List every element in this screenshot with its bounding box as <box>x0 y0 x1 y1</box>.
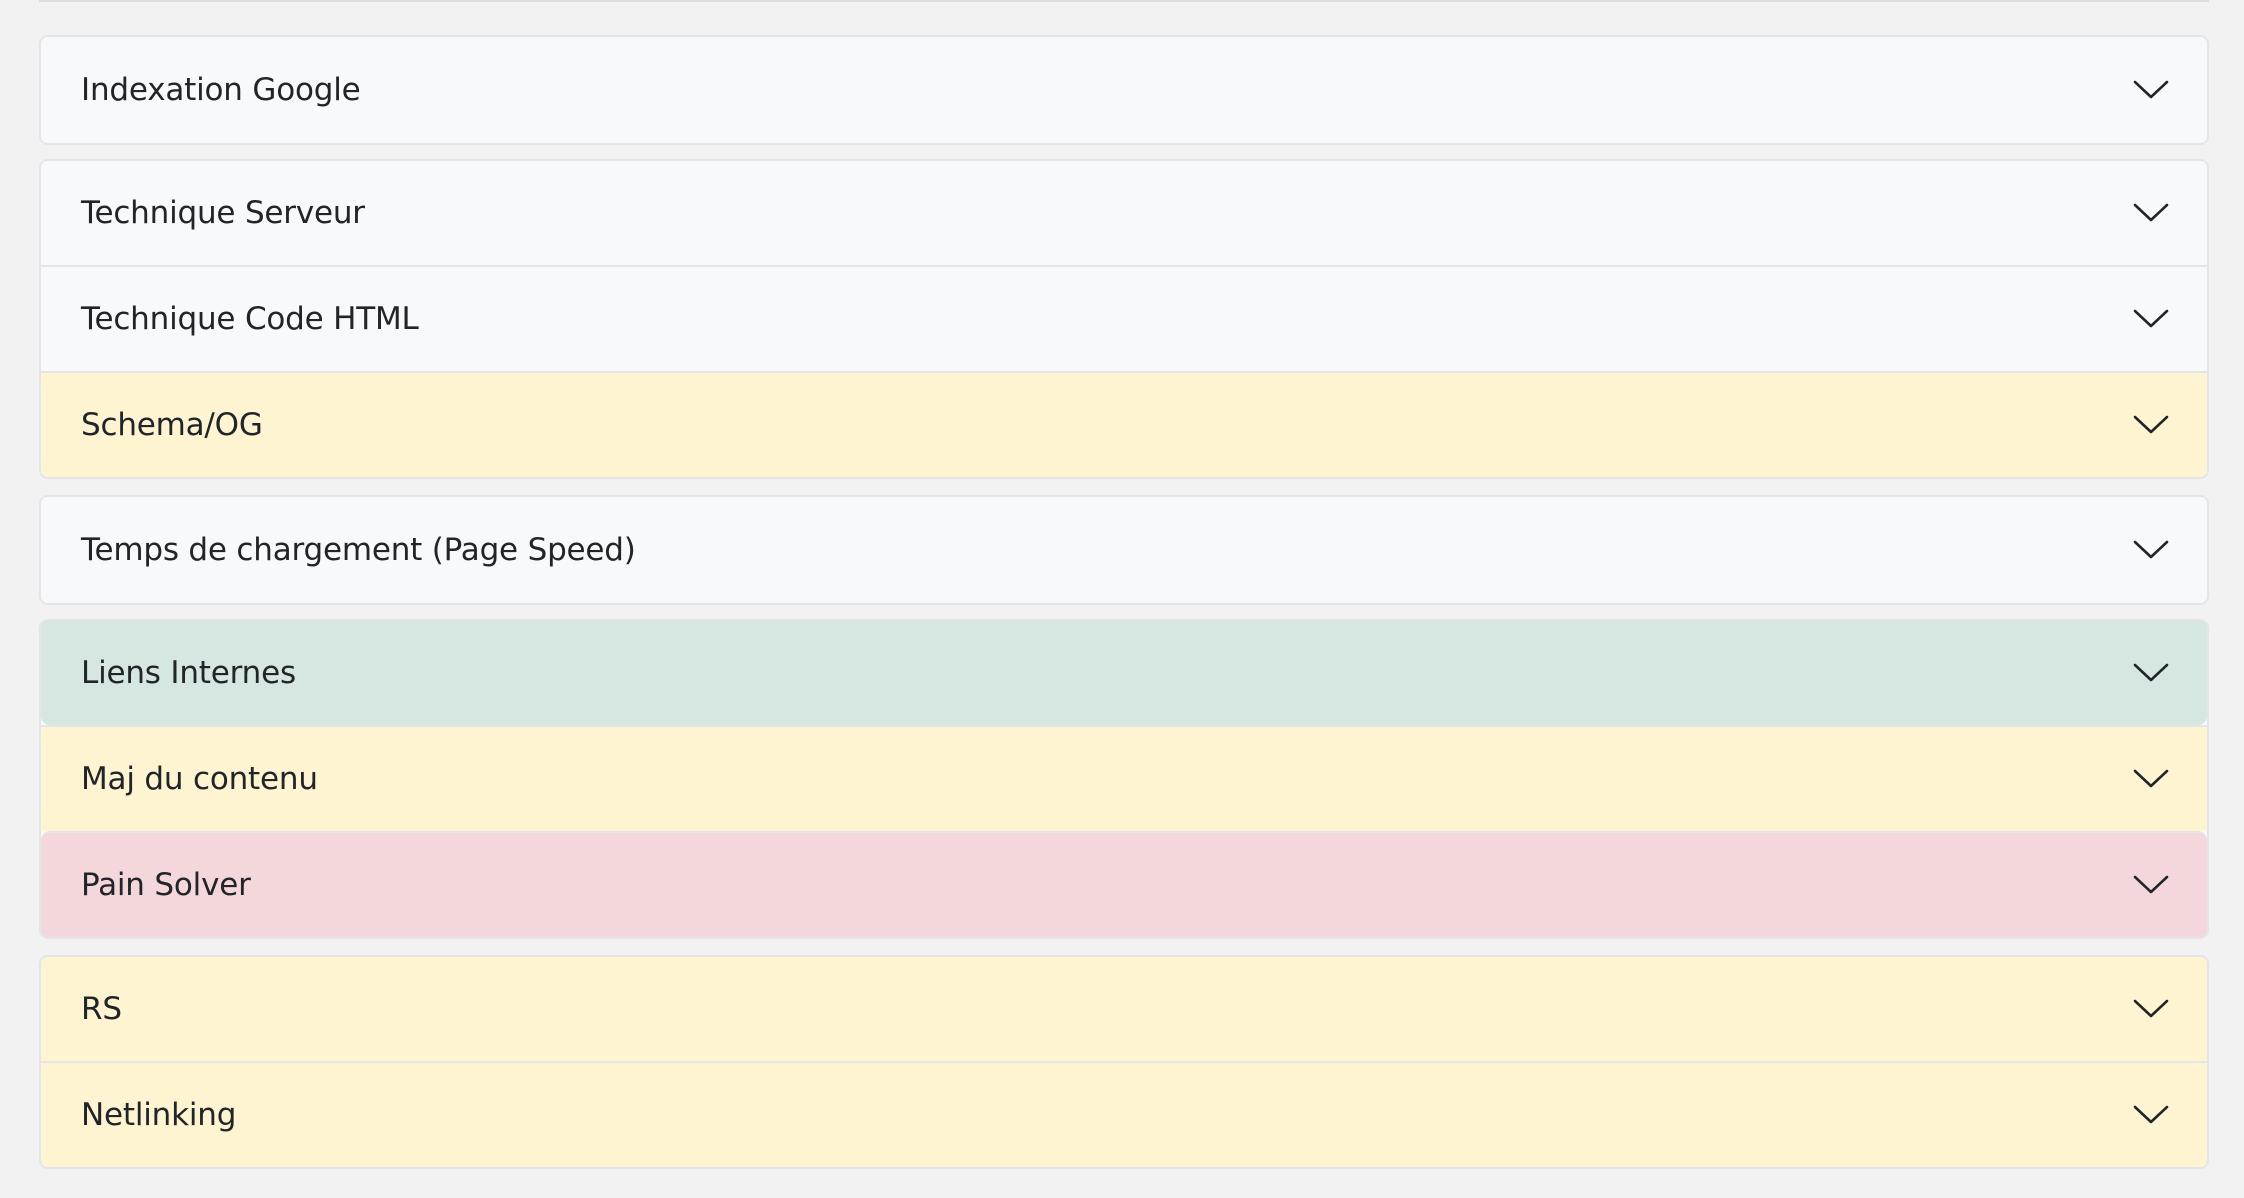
accordion-item-label: Schema/OG <box>81 407 263 443</box>
accordion-item-label: Pain Solver <box>81 867 251 903</box>
accordion-group-off-site: RS Netlinking <box>39 955 2209 1169</box>
chevron-down-icon <box>2133 414 2169 436</box>
accordion-item-label: Maj du contenu <box>81 761 318 797</box>
accordion-item-indexation-google[interactable]: Indexation Google <box>41 37 2207 143</box>
accordion-group-indexation: Indexation Google <box>39 35 2209 145</box>
chevron-down-icon <box>2133 998 2169 1020</box>
chevron-down-icon <box>2133 308 2169 330</box>
accordion-item-label: Netlinking <box>81 1097 237 1133</box>
chevron-down-icon <box>2133 202 2169 224</box>
chevron-down-icon <box>2133 539 2169 561</box>
accordion-group-contenu: Liens Internes Maj du contenu Pain Solve… <box>39 619 2209 939</box>
accordion-item-rs[interactable]: RS <box>41 957 2207 1061</box>
accordion-item-netlinking[interactable]: Netlinking <box>41 1061 2207 1167</box>
accordion-item-label: Indexation Google <box>81 72 361 108</box>
chevron-down-icon <box>2133 662 2169 684</box>
top-divider <box>39 0 2209 2</box>
chevron-down-icon <box>2133 1104 2169 1126</box>
accordion-item-label: RS <box>81 991 122 1027</box>
accordion-item-technique-code-html[interactable]: Technique Code HTML <box>41 265 2207 371</box>
chevron-down-icon <box>2133 768 2169 790</box>
accordion-item-maj-du-contenu[interactable]: Maj du contenu <box>41 725 2207 831</box>
chevron-down-icon <box>2133 79 2169 101</box>
accordion-item-label: Liens Internes <box>81 655 296 691</box>
accordion-item-label: Technique Code HTML <box>81 301 419 337</box>
accordion-group-page-speed: Temps de chargement (Page Speed) <box>39 495 2209 605</box>
accordion-item-label: Technique Serveur <box>81 195 365 231</box>
accordion-item-schema-og[interactable]: Schema/OG <box>41 371 2207 477</box>
accordion-item-liens-internes[interactable]: Liens Internes <box>41 621 2207 725</box>
accordion-item-label: Temps de chargement (Page Speed) <box>81 532 636 568</box>
accordion-item-pain-solver[interactable]: Pain Solver <box>41 831 2207 937</box>
chevron-down-icon <box>2133 874 2169 896</box>
accordion-item-temps-de-chargement[interactable]: Temps de chargement (Page Speed) <box>41 497 2207 603</box>
accordion-item-technique-serveur[interactable]: Technique Serveur <box>41 161 2207 265</box>
accordion-group-technique: Technique Serveur Technique Code HTML Sc… <box>39 159 2209 479</box>
